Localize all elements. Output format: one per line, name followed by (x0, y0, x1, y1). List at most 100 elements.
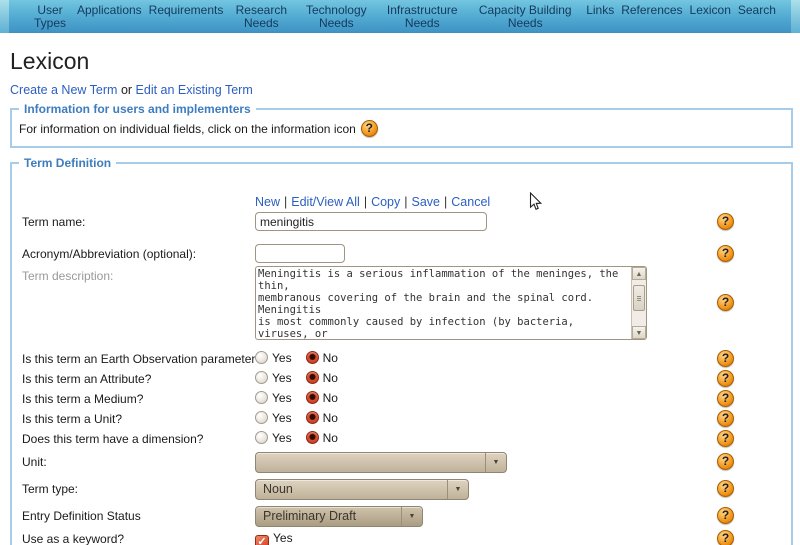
cancel-link[interactable]: Cancel (451, 195, 490, 209)
attribute-row: Is this term an Attribute? Yes No ? (19, 369, 786, 389)
new-link[interactable]: New (255, 195, 280, 209)
action-links-row: New|Edit/View All|Copy|Save|Cancel (19, 193, 786, 211)
help-icon[interactable]: ? (717, 350, 734, 367)
help-icon[interactable]: ? (717, 390, 734, 407)
scrollbar-thumb[interactable] (633, 285, 645, 311)
radio-no[interactable] (306, 391, 319, 404)
radio-no[interactable] (306, 371, 319, 384)
term-type-select-value: Noun (263, 482, 293, 496)
help-icon[interactable]: ? (717, 480, 734, 497)
nav-capacity-building-needs[interactable]: Capacity Building Needs (471, 4, 579, 30)
separator: | (284, 195, 287, 209)
chevron-down-icon: ▼ (447, 480, 468, 499)
radio-no[interactable] (306, 351, 319, 364)
term-definition-section: Term Definition New|Edit/View All|Copy|S… (10, 156, 793, 545)
info-section: Information for users and implementers F… (10, 102, 793, 148)
radio-yes[interactable] (255, 371, 268, 384)
help-icon[interactable]: ? (717, 410, 734, 427)
nav-links[interactable]: Links (586, 4, 614, 17)
or-text: or (121, 83, 132, 97)
nav-lexicon[interactable]: Lexicon (690, 4, 731, 17)
separator: | (404, 195, 407, 209)
acronym-row: Acronym/Abbreviation (optional): ? (19, 244, 786, 265)
radio-yes[interactable] (255, 411, 268, 424)
create-new-term-link[interactable]: Create a New Term (10, 83, 117, 97)
dimension-row: Does this term have a dimension? YesNo ? (19, 429, 786, 449)
description-row: Term description: Meningitis is a seriou… (19, 266, 786, 342)
scroll-down-icon[interactable]: ▼ (632, 326, 646, 339)
unit-select[interactable]: ▼ (255, 452, 507, 473)
info-text: For information on individual fields, cl… (19, 122, 356, 136)
nav-technology-needs[interactable]: Technology Needs (299, 4, 373, 30)
radio-yes-label: Yes (272, 391, 292, 405)
page-title: Lexicon (10, 48, 793, 74)
unit-question-label: Is this term a Unit? (22, 412, 122, 426)
chevron-down-icon: ▼ (485, 453, 506, 472)
scrollbar[interactable]: ▲ ▼ (631, 267, 646, 339)
entry-status-select-value: Preliminary Draft (263, 509, 356, 523)
help-icon[interactable]: ? (717, 507, 734, 524)
radio-no-label: No (323, 391, 338, 405)
help-icon[interactable]: ? (717, 213, 734, 230)
acronym-input[interactable] (255, 244, 345, 263)
radio-no-label: No (323, 351, 338, 365)
keyword-checkbox[interactable]: ✓ (255, 535, 269, 545)
top-links: Create a New Term or Edit an Existing Te… (10, 83, 793, 97)
help-icon[interactable]: ? (717, 294, 734, 311)
radio-yes[interactable] (255, 391, 268, 404)
separator: | (444, 195, 447, 209)
chevron-down-icon: ▼ (401, 507, 422, 526)
description-text: Meningitis is a serious inflammation of … (256, 267, 631, 339)
help-icon[interactable]: ? (717, 245, 734, 262)
save-link[interactable]: Save (412, 195, 441, 209)
nav-references[interactable]: References (621, 4, 682, 17)
attribute-label: Is this term an Attribute? (22, 372, 151, 386)
help-icon[interactable]: ? (717, 453, 734, 470)
acronym-label: Acronym/Abbreviation (optional): (22, 247, 196, 261)
term-name-input[interactable] (255, 212, 487, 231)
radio-yes-label: Yes (272, 371, 292, 385)
eo-parameter-label: Is this term an Earth Observation parame… (22, 352, 262, 366)
help-icon[interactable]: ? (717, 430, 734, 447)
keyword-checkbox-label: Yes (273, 531, 293, 545)
entry-status-select[interactable]: Preliminary Draft ▼ (255, 506, 423, 527)
term-name-row: Term name: ? (19, 212, 786, 235)
radio-yes[interactable] (255, 431, 268, 444)
radio-no[interactable] (306, 411, 319, 424)
radio-yes[interactable] (255, 351, 268, 364)
nav-requirements[interactable]: Requirements (149, 4, 224, 17)
nav-search[interactable]: Search (738, 4, 776, 17)
info-section-legend: Information for users and implementers (19, 102, 256, 116)
term-type-label: Term type: (22, 482, 78, 496)
keyword-label: Use as a keyword? (22, 532, 124, 545)
radio-yes-label: Yes (272, 431, 292, 445)
nav-infrastructure-needs[interactable]: Infrastructure Needs (380, 4, 464, 30)
radio-no-label: No (323, 411, 338, 425)
scroll-up-icon[interactable]: ▲ (632, 267, 646, 280)
term-description-textarea[interactable]: Meningitis is a serious inflammation of … (255, 266, 647, 340)
term-name-label: Term name: (22, 215, 85, 229)
nav-user-types[interactable]: User Types (30, 4, 70, 30)
nav-left-edge (0, 0, 9, 33)
unit-question-row: Is this term a Unit? YesNo ? (19, 409, 786, 429)
separator: | (364, 195, 367, 209)
help-icon[interactable]: ? (717, 530, 734, 545)
radio-no[interactable] (306, 431, 319, 444)
radio-no-label: No (323, 371, 338, 385)
help-icon[interactable]: ? (717, 370, 734, 387)
unit-row: Unit: ▼ ? (19, 452, 786, 476)
eo-parameter-row: Is this term an Earth Observation parame… (19, 349, 786, 369)
term-type-select[interactable]: Noun ▼ (255, 479, 469, 500)
nav-research-needs[interactable]: Research Needs (230, 4, 292, 30)
medium-label: Is this term a Medium? (22, 392, 143, 406)
nav-applications[interactable]: Applications (77, 4, 142, 17)
top-navigation: User Types Applications Requirements Res… (0, 0, 800, 33)
entry-status-row: Entry Definition Status Preliminary Draf… (19, 506, 786, 528)
entry-status-label: Entry Definition Status (22, 509, 141, 523)
edit-view-all-link[interactable]: Edit/View All (291, 195, 360, 209)
edit-existing-term-link[interactable]: Edit an Existing Term (136, 83, 253, 97)
help-icon[interactable]: ? (361, 120, 378, 137)
unit-label: Unit: (22, 455, 47, 469)
dimension-label: Does this term have a dimension? (22, 432, 203, 446)
copy-link[interactable]: Copy (371, 195, 400, 209)
